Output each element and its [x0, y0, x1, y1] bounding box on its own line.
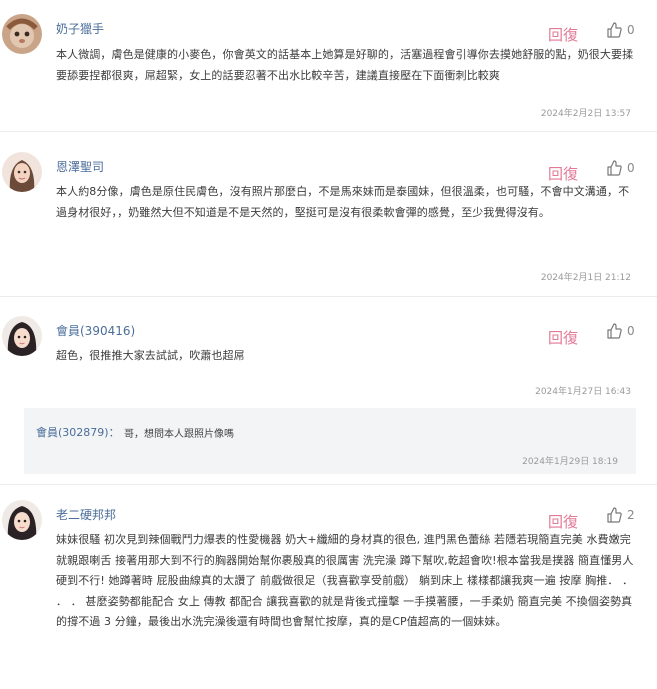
like-count: 0: [627, 161, 635, 175]
reply-button[interactable]: 回復: [548, 163, 578, 184]
avatar[interactable]: [2, 500, 42, 540]
username[interactable]: 恩澤聖司: [56, 158, 104, 175]
username[interactable]: 會員(390416): [56, 322, 135, 339]
divider: [0, 296, 657, 297]
comment-body: 本人微調，膚色是健康的小麥色，你會英文的話基本上她算是好聊的，活塞過程會引導你去…: [56, 48, 634, 82]
reply-button[interactable]: 回復: [548, 511, 578, 532]
reply-button[interactable]: 回復: [548, 327, 578, 348]
reply-date: 2024年1月29日 18:19: [522, 457, 618, 467]
comment-date: 2024年2月2日 13:57: [540, 109, 631, 119]
username[interactable]: 老二硬邦邦: [56, 506, 116, 523]
comment-date: 2024年2月1日 21:12: [540, 273, 631, 283]
reply-body: 哥，想問本人跟照片像嗎: [124, 429, 234, 440]
like-button[interactable]: 0: [606, 322, 646, 340]
like-count: 0: [627, 324, 635, 338]
avatar[interactable]: [2, 14, 42, 54]
comment-body: 超色，很推推大家去試試，吹蕭也超屌: [56, 349, 245, 362]
reply-username[interactable]: 會員(302879)：: [36, 424, 120, 440]
avatar[interactable]: [2, 316, 42, 356]
thumbs-up-icon: [607, 22, 622, 38]
like-count: 2: [627, 508, 635, 522]
nested-reply: 會員(302879)： 哥，想問本人跟照片像嗎 2024年1月29日 18:19: [24, 408, 636, 474]
reply-button[interactable]: 回復: [548, 24, 578, 45]
avatar[interactable]: [2, 152, 42, 192]
like-button[interactable]: 0: [606, 159, 646, 177]
comment-body: 本人約8分像，膚色是原住民膚色，沒有照片那麼白，不是馬來妹而是泰國妹，但很溫柔，…: [56, 185, 630, 219]
like-count: 0: [627, 23, 635, 37]
thumbs-up-icon: [607, 323, 622, 339]
divider: [0, 484, 657, 485]
thumbs-up-icon: [607, 160, 622, 176]
username[interactable]: 奶子獵手: [56, 20, 104, 37]
comment-date: 2024年1月27日 16:43: [535, 387, 631, 397]
divider: [0, 131, 657, 132]
thumbs-up-icon: [607, 507, 622, 523]
comment-body: 妹妹很騷 初次見到辣個戰鬥力爆表的性愛機器 奶大+纖細的身材真的很色, 進門黑色…: [56, 533, 634, 628]
like-button[interactable]: 0: [606, 21, 646, 39]
like-button[interactable]: 2: [606, 506, 646, 524]
